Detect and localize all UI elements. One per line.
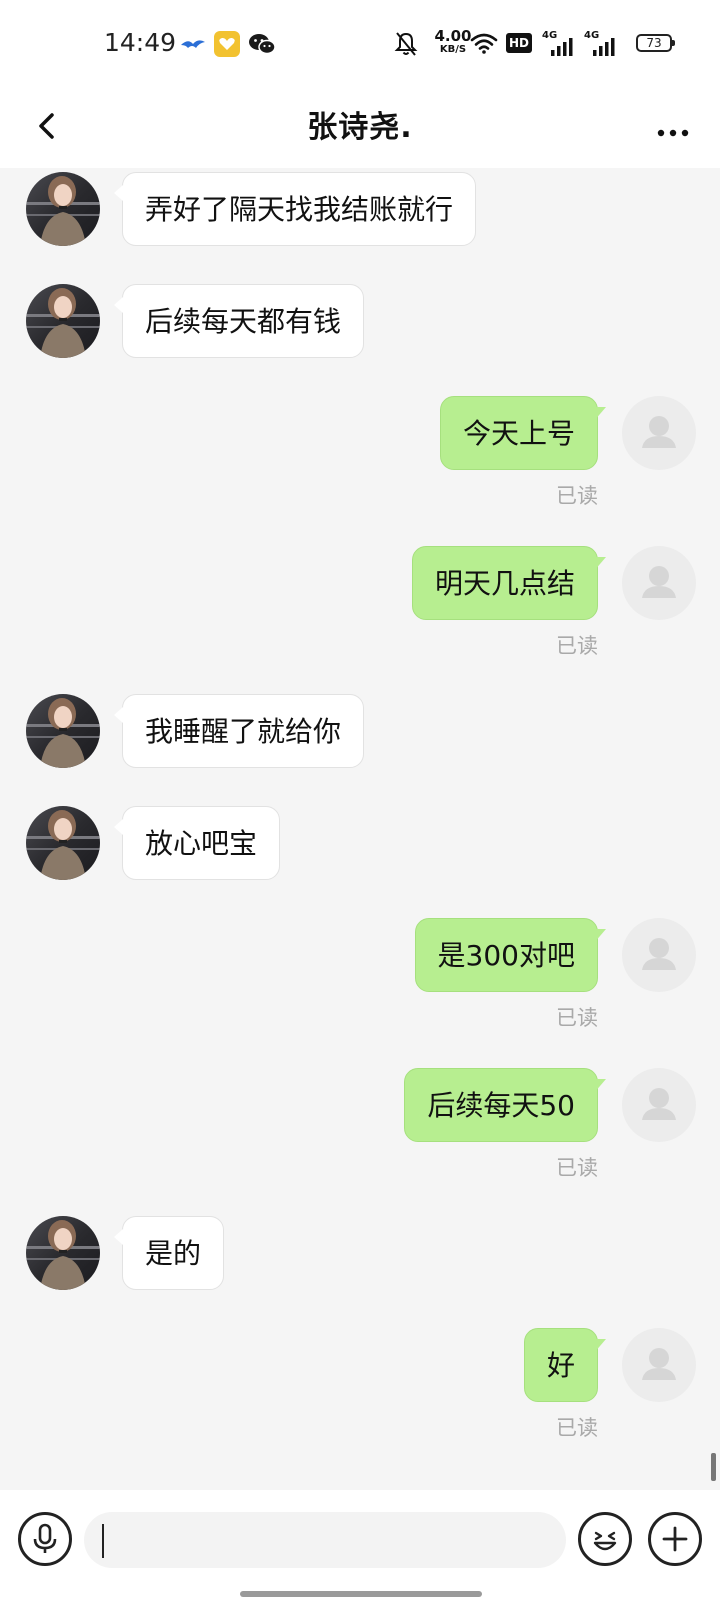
- signal-icon: 4G: [584, 30, 616, 56]
- app-bird-icon: [181, 40, 205, 48]
- message-incoming: 后续每天都有钱: [0, 284, 720, 358]
- avatar[interactable]: [622, 546, 696, 620]
- message-bubble[interactable]: 放心吧宝: [113, 806, 281, 880]
- chevron-left-icon: [39, 113, 54, 139]
- chat-title: 张诗尧.: [307, 110, 413, 145]
- home-indicator[interactable]: [240, 1591, 482, 1597]
- read-status: 已读: [556, 634, 598, 658]
- more-dots-icon: [657, 129, 689, 137]
- voice-button[interactable]: [18, 1512, 72, 1566]
- avatar[interactable]: [622, 396, 696, 470]
- avatar[interactable]: [622, 918, 696, 992]
- message-outgoing: 明天几点结 已读: [0, 546, 720, 658]
- emoji-button[interactable]: [578, 1512, 632, 1566]
- app-heart-icon: [214, 31, 240, 57]
- message-bubble[interactable]: 后续每天都有钱: [113, 284, 365, 358]
- message-bubble[interactable]: 是的: [113, 1216, 225, 1290]
- user-placeholder-icon: [642, 1088, 676, 1120]
- chat-list[interactable]: 弄好了隔天找我结账就行 后续每天都有钱 今天上号 已读 明天几点结 已读 我睡醒…: [0, 168, 720, 1488]
- message-bubble[interactable]: 我睡醒了就给你: [113, 694, 365, 768]
- message-outgoing: 好 已读: [0, 1328, 720, 1440]
- chat-header: 张诗尧.: [0, 84, 720, 168]
- scrollbar[interactable]: [711, 1453, 716, 1481]
- message-outgoing: 后续每天50 已读: [0, 1068, 720, 1180]
- message-outgoing: 今天上号 已读: [0, 396, 720, 508]
- message-bubble[interactable]: 后续每天50: [404, 1068, 606, 1142]
- avatar[interactable]: [622, 1328, 696, 1402]
- message-incoming: 我睡醒了就给你: [0, 694, 720, 768]
- network-speed: 4.00 KB/S: [432, 29, 474, 55]
- hd-icon: HD: [506, 33, 532, 53]
- avatar[interactable]: [26, 172, 100, 246]
- message-bubble[interactable]: 是300对吧: [414, 918, 607, 992]
- avatar[interactable]: [26, 806, 100, 880]
- user-placeholder-icon: [642, 938, 676, 970]
- battery-level: 73: [646, 36, 662, 50]
- back-button[interactable]: [24, 100, 76, 152]
- avatar[interactable]: [26, 1216, 100, 1290]
- message-incoming: 是的: [0, 1216, 720, 1290]
- signal-icon: 4G: [542, 30, 574, 56]
- battery-icon: 73: [636, 34, 675, 52]
- more-options-button[interactable]: [646, 100, 698, 152]
- read-status: 已读: [556, 1156, 598, 1180]
- mute-bell-icon: [394, 32, 418, 56]
- read-status: 已读: [556, 484, 598, 508]
- message-bubble[interactable]: 明天几点结: [411, 546, 607, 620]
- user-placeholder-icon: [642, 1348, 676, 1380]
- input-bar: [0, 1490, 720, 1600]
- emoji-icon: [593, 1531, 617, 1551]
- user-placeholder-icon: [642, 416, 676, 448]
- user-placeholder-icon: [642, 566, 676, 598]
- message-incoming: 弄好了隔天找我结账就行: [0, 172, 720, 246]
- text-cursor: [102, 1524, 104, 1558]
- status-bar: 14:49 4.00 KB/S HD 4G 4G 73: [0, 0, 720, 84]
- plus-button[interactable]: [648, 1512, 702, 1566]
- microphone-icon: [33, 1523, 57, 1553]
- message-outgoing: 是300对吧 已读: [0, 918, 720, 1030]
- avatar[interactable]: [622, 1068, 696, 1142]
- message-incoming: 放心吧宝: [0, 806, 720, 880]
- status-time: 14:49: [104, 28, 177, 57]
- hd-label: HD: [508, 36, 529, 50]
- wechat-icon: [249, 34, 276, 55]
- read-status: 已读: [556, 1416, 598, 1440]
- read-status: 已读: [556, 1006, 598, 1030]
- plus-icon: [662, 1526, 688, 1552]
- avatar[interactable]: [26, 284, 100, 358]
- message-bubble[interactable]: 今天上号: [439, 396, 607, 470]
- message-bubble[interactable]: 好: [523, 1328, 607, 1402]
- avatar[interactable]: [26, 694, 100, 768]
- network-speed-value: 4.00: [434, 27, 472, 45]
- message-bubble[interactable]: 弄好了隔天找我结账就行: [113, 172, 477, 246]
- message-input[interactable]: [84, 1512, 566, 1568]
- network-speed-unit: KB/S: [439, 44, 467, 55]
- wifi-icon: [470, 33, 498, 54]
